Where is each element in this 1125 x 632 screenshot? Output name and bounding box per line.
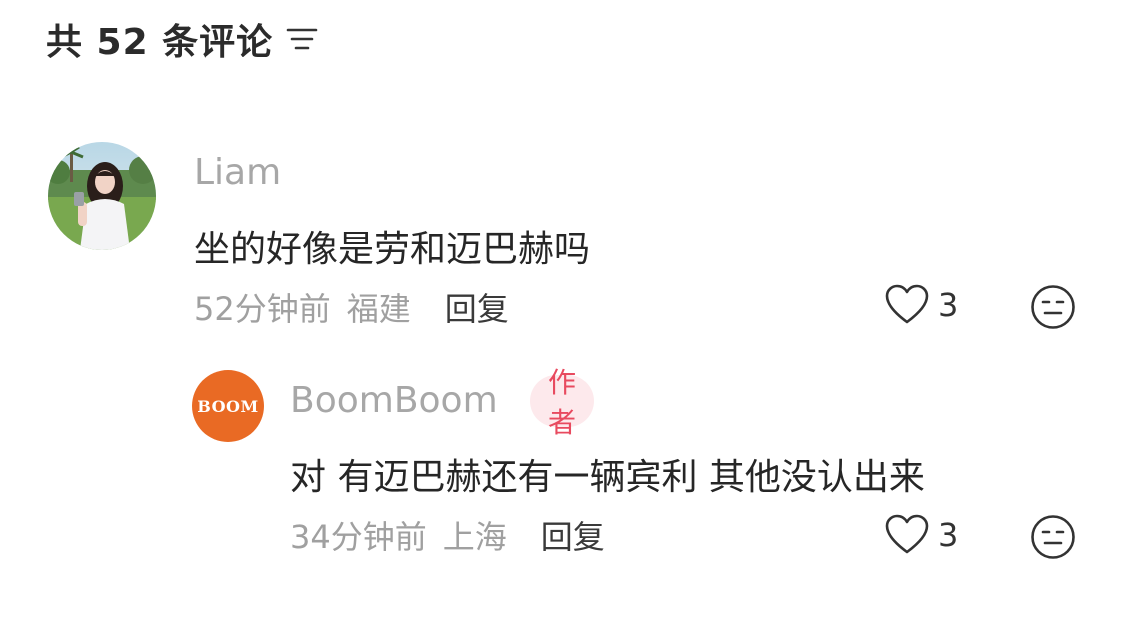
reply-username[interactable]: BoomBoom xyxy=(290,380,498,421)
reply-content[interactable]: 对 有迈巴赫还有一辆宾利 其他没认出来 xyxy=(290,448,925,500)
comment-time: 52分钟前 xyxy=(194,290,331,328)
sort-icon[interactable] xyxy=(285,22,319,56)
user-photo-avatar-icon xyxy=(48,142,156,250)
author-badge: 作者 xyxy=(530,366,595,439)
like-count: 3 xyxy=(938,286,959,324)
like-count: 3 xyxy=(938,516,959,554)
comment-username[interactable]: Liam xyxy=(194,152,281,193)
comment-content[interactable]: 坐的好像是劳和迈巴赫吗 xyxy=(194,220,590,272)
like-button[interactable]: 3 xyxy=(884,284,958,326)
avatar[interactable] xyxy=(48,142,156,250)
reply-button[interactable]: 回复 xyxy=(541,512,605,558)
reply-time: 34分钟前 xyxy=(290,518,427,556)
avatar-logo-text: BOOM xyxy=(197,396,259,416)
comment-location: 福建 xyxy=(346,290,411,328)
reply-button[interactable]: 回复 xyxy=(445,284,509,330)
heart-outline-icon xyxy=(885,284,929,324)
heart-outline-icon xyxy=(885,514,929,554)
neutral-face-icon[interactable] xyxy=(1030,284,1076,330)
reply-meta: 34分钟前 上海 回复 xyxy=(290,512,605,558)
neutral-face-icon[interactable] xyxy=(1030,514,1076,560)
comments-header: 共 52 条评论 xyxy=(46,14,319,64)
comment-meta: 52分钟前 福建 回复 xyxy=(194,284,509,330)
like-button[interactable]: 3 xyxy=(884,514,958,556)
reply-location: 上海 xyxy=(442,518,507,556)
avatar[interactable]: BOOM xyxy=(192,370,264,442)
comment-count-title: 共 52 条评论 xyxy=(46,22,274,63)
